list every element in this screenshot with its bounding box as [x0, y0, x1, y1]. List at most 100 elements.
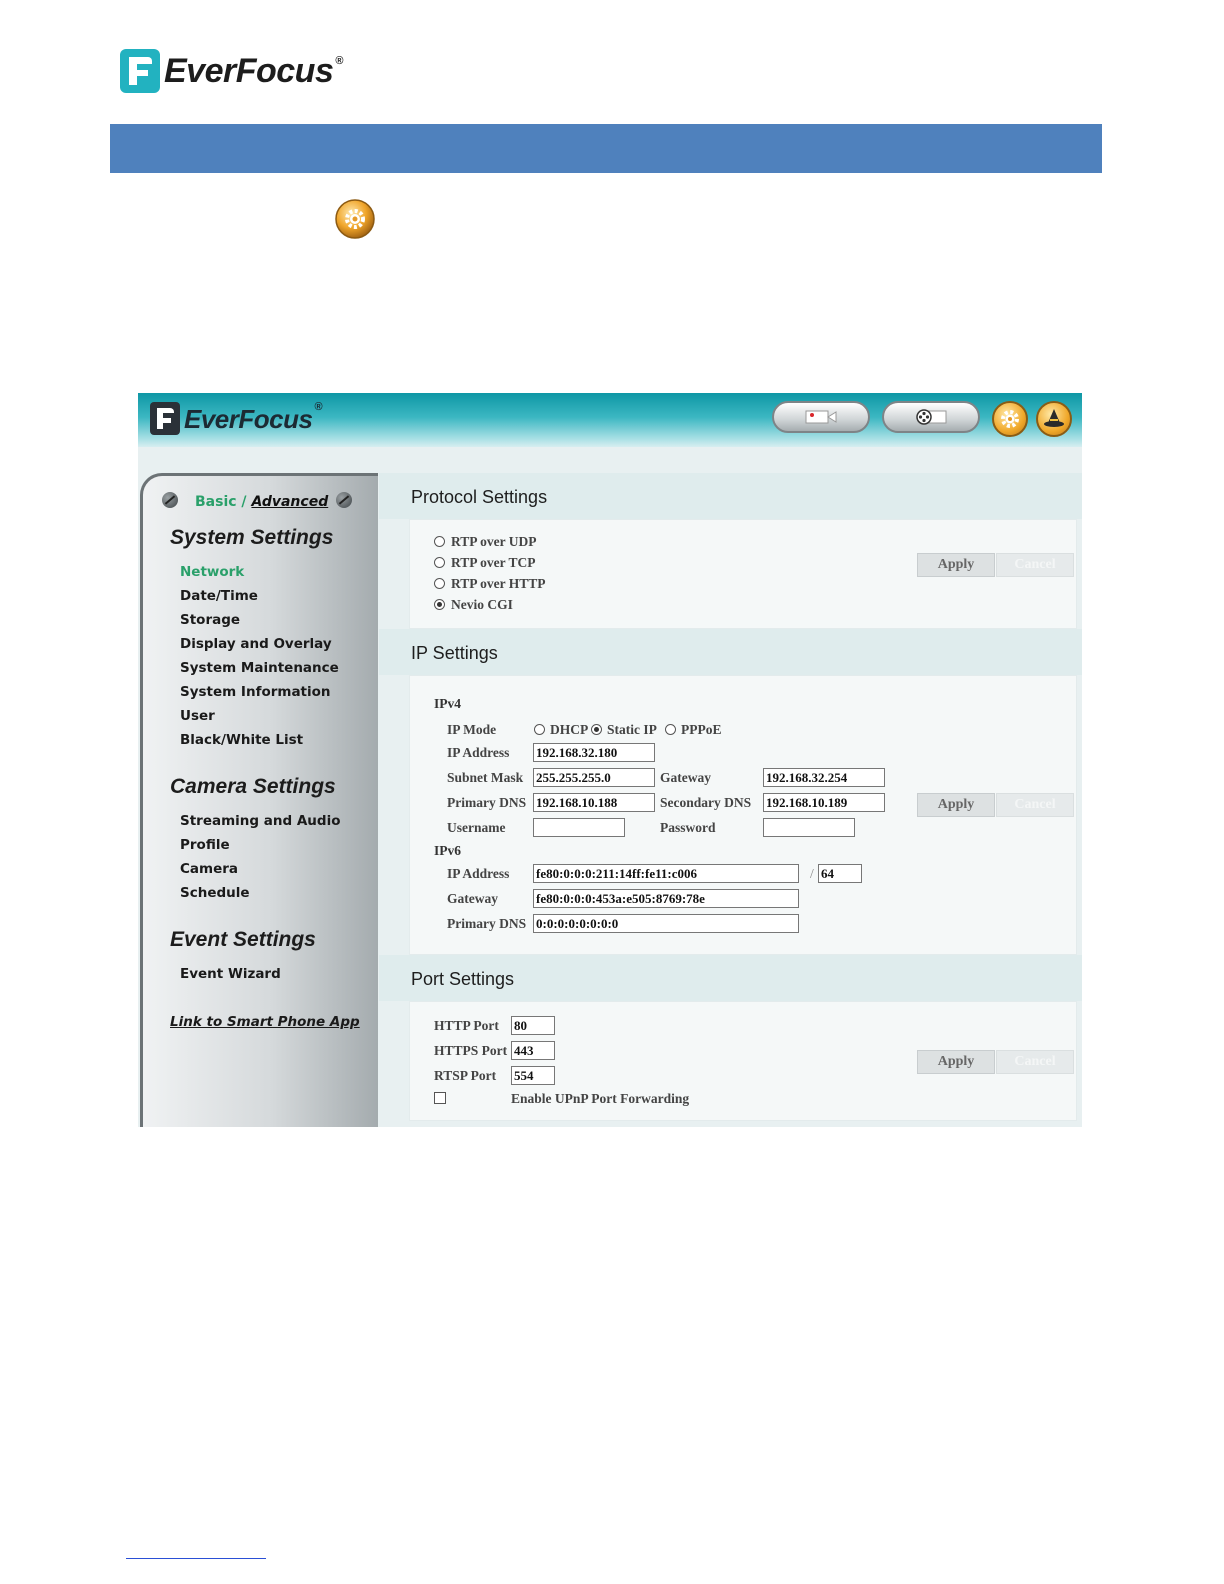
- rtp-tcp-label: RTP over TCP: [451, 555, 536, 570]
- sidebar: Basic / Advanced System Settings Network…: [140, 473, 378, 1127]
- subnet-mask-input[interactable]: 255.255.255.0: [533, 768, 655, 787]
- sidebar-item-profile[interactable]: Profile: [180, 837, 230, 853]
- protocol-apply-button[interactable]: Apply: [917, 553, 995, 577]
- https-port-label: HTTPS Port: [434, 1043, 508, 1058]
- radio-pppoe[interactable]: [665, 724, 676, 735]
- sidebar-item-system-maintenance[interactable]: System Maintenance: [180, 660, 339, 676]
- sidebar-item-system-information[interactable]: System Information: [180, 684, 331, 700]
- port-apply-button[interactable]: Apply: [917, 1050, 995, 1074]
- secondary-dns-label: Secondary DNS: [660, 795, 752, 810]
- mode-advanced-link[interactable]: Advanced: [251, 494, 328, 510]
- event-settings-heading: Event Settings: [170, 928, 316, 951]
- ipv6-label: IPv6: [434, 843, 461, 858]
- sidebar-item-schedule[interactable]: Schedule: [180, 885, 250, 901]
- port-cancel-button[interactable]: Cancel: [996, 1050, 1074, 1074]
- document-logo: EverFocus ®: [120, 48, 343, 94]
- everfocus-logo-mark-icon: [120, 49, 160, 93]
- v6-ip-address-label: IP Address: [447, 866, 510, 881]
- v6-ip-address-input[interactable]: fe80:0:0:0:211:14ff:fe11:c006: [533, 864, 799, 883]
- protocol-settings-header: Protocol Settings: [379, 473, 1082, 519]
- radio-rtp-udp[interactable]: [434, 536, 445, 547]
- gateway-label: Gateway: [660, 770, 711, 785]
- app-logo-mark-icon: [150, 401, 180, 435]
- sidebar-item-date-time[interactable]: Date/Time: [180, 588, 258, 604]
- ip-address-input[interactable]: 192.168.32.180: [533, 743, 655, 762]
- v6-prefix-input[interactable]: 64: [818, 864, 862, 883]
- radio-nevio-cgi[interactable]: [434, 599, 445, 610]
- nevio-cgi-label: Nevio CGI: [451, 597, 513, 612]
- ip-settings-header: IP Settings: [379, 629, 1082, 675]
- radio-static-ip[interactable]: [591, 724, 602, 735]
- ip-mode-label: IP Mode: [447, 722, 497, 737]
- document-logo-text: EverFocus: [164, 51, 334, 90]
- web-ui-screenshot: EverFocus ® Basic / Advanced System Sett…: [138, 393, 1082, 1127]
- password-input[interactable]: [763, 818, 855, 837]
- ip-apply-button[interactable]: Apply: [917, 793, 995, 817]
- screw-icon: [336, 492, 352, 508]
- v6-prefix-separator: /: [810, 866, 814, 881]
- radio-dhcp[interactable]: [534, 724, 545, 735]
- v6-primary-dns-label: Primary DNS: [447, 916, 527, 931]
- settings-gear-icon: [335, 199, 375, 239]
- sidebar-item-storage[interactable]: Storage: [180, 612, 240, 628]
- upnp-checkbox[interactable]: [434, 1092, 446, 1104]
- v6-gateway-label: Gateway: [447, 891, 498, 906]
- radio-rtp-tcp[interactable]: [434, 557, 445, 568]
- playback-button[interactable]: [882, 401, 980, 433]
- sidebar-item-black-white-list[interactable]: Black/White List: [180, 732, 303, 748]
- app-header: EverFocus ®: [138, 393, 1082, 447]
- protocol-settings-title: Protocol Settings: [411, 487, 548, 507]
- sidebar-item-event-wizard[interactable]: Event Wizard: [180, 966, 281, 982]
- app-logo: EverFocus ®: [150, 401, 323, 435]
- sidebar-item-display-overlay[interactable]: Display and Overlay: [180, 636, 332, 652]
- ip-settings-title: IP Settings: [411, 643, 498, 663]
- port-settings-header: Port Settings: [379, 955, 1082, 1001]
- mode-separator: /: [236, 494, 252, 510]
- main-content: Protocol Settings RTP over UDP RTP over …: [379, 473, 1082, 1127]
- wizard-button[interactable]: [1036, 401, 1072, 437]
- protocol-settings-panel: RTP over UDP RTP over TCP RTP over HTTP …: [409, 519, 1077, 629]
- v6-primary-dns-input[interactable]: 0:0:0:0:0:0:0:0: [533, 914, 799, 933]
- username-label: Username: [447, 820, 506, 835]
- pppoe-label: PPPoE: [681, 722, 722, 737]
- port-settings-panel: HTTP Port 80 HTTPS Port 443 RTSP Port 55…: [409, 1001, 1077, 1121]
- rtp-udp-label: RTP over UDP: [451, 534, 537, 549]
- ipv4-label: IPv4: [434, 696, 461, 711]
- port-settings-title: Port Settings: [411, 969, 515, 989]
- ip-cancel-button[interactable]: Cancel: [996, 793, 1074, 817]
- sidebar-item-camera[interactable]: Camera: [180, 861, 238, 877]
- rtsp-port-input[interactable]: 554: [511, 1066, 555, 1085]
- secondary-dns-input[interactable]: 192.168.10.189: [763, 793, 885, 812]
- primary-dns-input[interactable]: 192.168.10.188: [533, 793, 655, 812]
- camera-live-icon: [805, 410, 837, 424]
- document-banner: [110, 124, 1102, 173]
- settings-button[interactable]: [992, 401, 1028, 437]
- static-ip-label: Static IP: [607, 722, 657, 737]
- footer-rule: [126, 1558, 266, 1559]
- sidebar-item-streaming-audio[interactable]: Streaming and Audio: [180, 813, 340, 829]
- sidebar-item-user[interactable]: User: [180, 708, 215, 724]
- mode-switch: Basic / Advanced: [195, 494, 328, 510]
- mode-basic-link[interactable]: Basic: [195, 494, 237, 510]
- app-registered-mark: ®: [314, 401, 323, 413]
- ip-settings-panel: IPv4 IP Mode DHCP Static IP PPPoE IP Add…: [409, 675, 1077, 955]
- protocol-cancel-button[interactable]: Cancel: [996, 553, 1074, 577]
- playback-reel-icon: [916, 409, 947, 425]
- registered-mark: ®: [335, 54, 343, 67]
- ip-address-label: IP Address: [447, 745, 510, 760]
- username-input[interactable]: [533, 818, 625, 837]
- v6-gateway-input[interactable]: fe80:0:0:0:453a:e505:8769:78e: [533, 889, 799, 908]
- sidebar-item-network[interactable]: Network: [180, 564, 244, 580]
- rtp-http-label: RTP over HTTP: [451, 576, 546, 591]
- radio-rtp-http[interactable]: [434, 578, 445, 589]
- system-settings-heading: System Settings: [170, 526, 334, 549]
- https-port-input[interactable]: 443: [511, 1041, 555, 1060]
- gateway-input[interactable]: 192.168.32.254: [763, 768, 885, 787]
- upnp-label: Enable UPnP Port Forwarding: [511, 1091, 690, 1106]
- dhcp-label: DHCP: [550, 722, 589, 737]
- smart-phone-app-link[interactable]: Link to Smart Phone App: [170, 1014, 360, 1030]
- http-port-label: HTTP Port: [434, 1018, 499, 1033]
- live-view-button[interactable]: [772, 401, 870, 433]
- app-logo-text: EverFocus: [184, 404, 313, 434]
- http-port-input[interactable]: 80: [511, 1016, 555, 1035]
